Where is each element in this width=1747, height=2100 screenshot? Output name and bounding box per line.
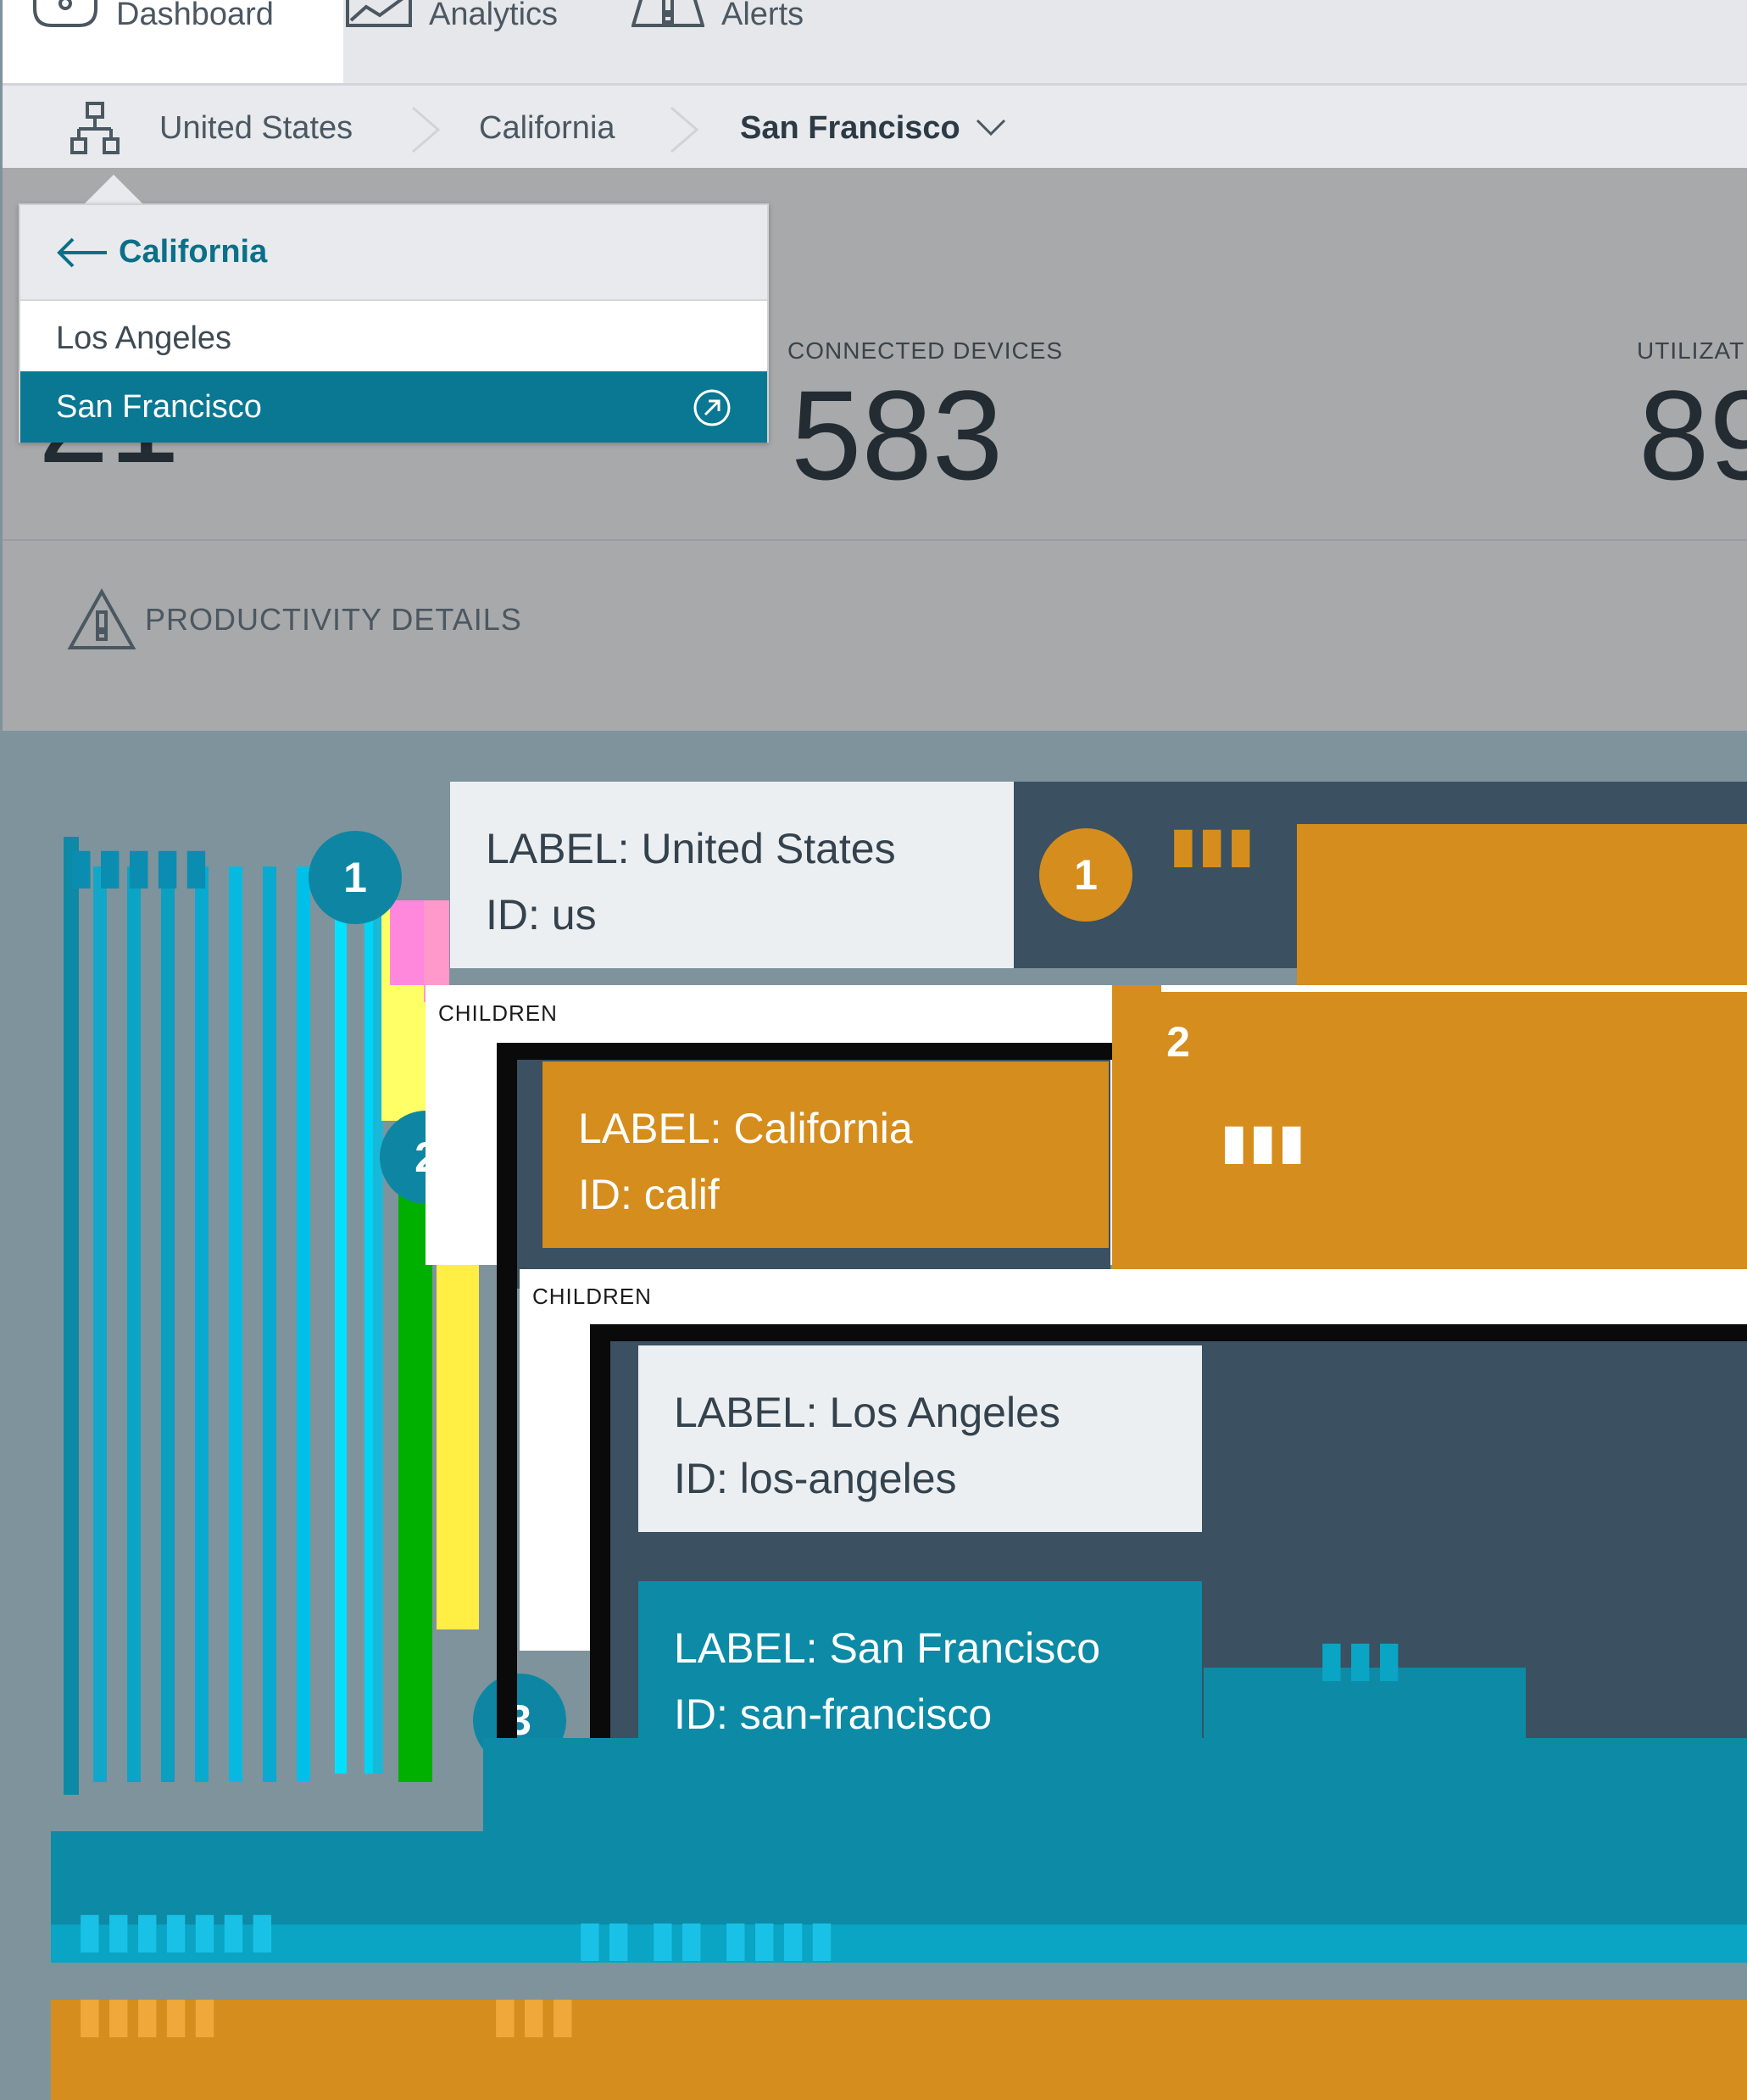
breadcrumb-current-label: San Francisco — [740, 109, 960, 146]
node-id: ID: los-angeles — [674, 1455, 957, 1502]
selected-bracket — [229, 866, 242, 1782]
selected-bracket — [437, 1206, 479, 1629]
selected-route-band — [483, 1738, 1747, 1831]
node-california: LABEL: California ID: calif — [542, 1061, 1109, 1248]
chevron-right-icon — [670, 106, 699, 153]
node-id: ID: calif — [578, 1171, 720, 1218]
tab-label: Alerts — [721, 0, 804, 32]
node-label: LABEL: Los Angeles — [674, 1389, 1060, 1436]
active-annotation: ▮▮▮ — [1221, 1114, 1307, 1169]
children-frame-border — [497, 1043, 1158, 1060]
node-label: LABEL: United States — [486, 825, 896, 872]
gauge-icon — [33, 0, 97, 27]
divider — [3, 539, 1747, 541]
hierarchy-icon[interactable] — [70, 86, 120, 170]
warning-icon — [67, 588, 136, 649]
kpi-value-connected-devices: 583 — [791, 364, 1004, 506]
node-los-angeles: LABEL: Los Angeles ID: los-angeles — [638, 1345, 1202, 1532]
breadcrumb: United States California San Francisco — [3, 83, 1747, 168]
orange-step-badge: 1 — [1039, 828, 1132, 922]
kpi-label-connected-devices: CONNECTED DEVICES — [787, 337, 1064, 364]
dropdown-back-button[interactable]: California — [20, 205, 767, 301]
arrow-left-icon — [57, 237, 107, 267]
selected-bracket — [335, 900, 347, 1774]
selected-bracket — [263, 866, 276, 1782]
selected-route-band — [51, 1925, 1747, 1963]
node-label: LABEL: San Francisco — [674, 1624, 1101, 1672]
selected-annotation: ▮▮▮ — [1318, 1631, 1405, 1686]
selected-bracket — [390, 900, 424, 985]
breadcrumb-item-san-francisco[interactable]: San Francisco — [740, 86, 1006, 170]
tab-analytics[interactable]: Analytics — [346, 0, 558, 83]
app-screenshot: Dashboard Analytics Alerts United States… — [3, 0, 1747, 731]
productivity-details-header[interactable]: PRODUCTIVITY DETAILS — [67, 588, 522, 651]
dropdown-item-san-francisco[interactable]: San Francisco — [20, 371, 767, 443]
selected-bracket — [161, 866, 175, 1782]
tab-alerts[interactable]: Alerts — [631, 0, 804, 83]
children-frame-border — [497, 1043, 517, 1789]
warning-icon — [631, 0, 704, 27]
chart-icon — [346, 0, 412, 27]
breadcrumb-item-california[interactable]: California — [479, 86, 615, 170]
section-label: PRODUCTIVITY DETAILS — [145, 602, 522, 637]
selected-bracket — [64, 837, 79, 1795]
selected-bracket — [127, 866, 141, 1782]
selected-bracket — [398, 1189, 432, 1782]
kpi-value-utilization: 89 — [1639, 364, 1747, 506]
tab-label: Dashboard — [116, 0, 274, 32]
chevron-right-icon — [412, 106, 441, 153]
tree-diagram: ▮▮▮▮▮ 1 2 3 LABEL: United States ID: us … — [0, 731, 1747, 2100]
children-frame-border — [590, 1324, 1747, 1341]
active-annotation: ▮▮▮ — [1170, 817, 1256, 872]
children-label: CHILDREN — [438, 1000, 558, 1026]
active-route-annotation: ▮▮▮ — [492, 1987, 578, 2042]
selected-annotation: ▮▮▮▮▮ — [68, 838, 212, 894]
active-route-band — [51, 2000, 1747, 2100]
node-label: LABEL: California — [578, 1105, 913, 1152]
dropdown-caret — [81, 175, 146, 207]
dropdown-item-los-angeles[interactable]: Los Angeles — [20, 303, 767, 374]
active-route-annotation: ▮▮▮▮▮ — [76, 1987, 220, 2042]
tab-dashboard[interactable]: Dashboard — [3, 0, 343, 83]
selected-route-annotation: ▮▮▮▮▮▮▮ — [76, 1902, 278, 1958]
kpi-label-utilization: UTILIZAT — [1637, 337, 1745, 364]
selected-bracket — [297, 866, 310, 1782]
orange-step-badge: 2 — [1132, 995, 1225, 1089]
dropdown-item-label: Los Angeles — [56, 320, 232, 356]
children-label: CHILDREN — [532, 1284, 652, 1309]
active-annotation-band — [1161, 985, 1747, 992]
node-united-states: LABEL: United States ID: us — [450, 782, 1014, 968]
selected-route-band — [51, 1831, 1747, 1925]
navigate-icon[interactable] — [693, 388, 732, 427]
teal-step-badge: 1 — [309, 831, 402, 924]
node-id: ID: us — [486, 891, 597, 939]
tab-bar: Dashboard Analytics Alerts — [3, 0, 1747, 83]
dropdown-back-label: California — [119, 234, 268, 270]
breadcrumb-item-united-states[interactable]: United States — [159, 86, 353, 170]
chevron-down-icon — [976, 119, 1005, 136]
dropdown-item-label: San Francisco — [56, 388, 262, 425]
selected-bracket — [93, 866, 107, 1782]
location-dropdown: California Los Angeles San Francisco — [19, 203, 769, 443]
tab-label: Analytics — [429, 0, 559, 32]
selected-route-annotation: ▮▮ ▮▮ ▮▮▮▮ — [576, 1911, 837, 1966]
node-id: ID: san-francisco — [674, 1691, 993, 1738]
selected-bracket — [195, 866, 209, 1782]
